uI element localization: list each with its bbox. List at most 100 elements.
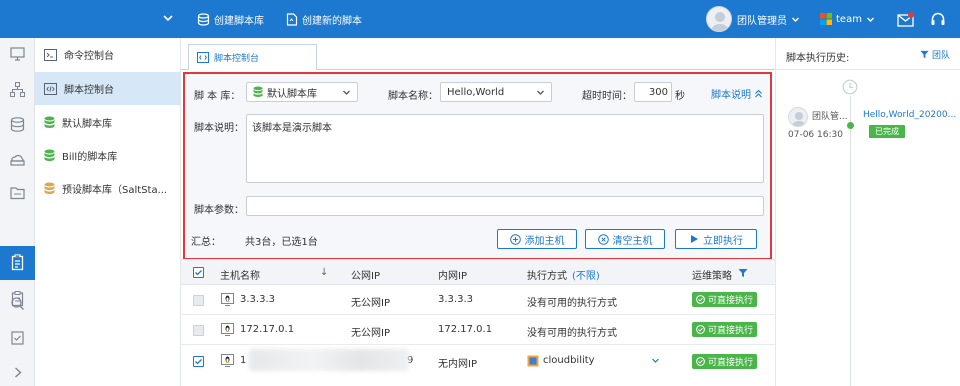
table-row[interactable]: 172.17.0.1 无公网IP 172.17.0.1 没有可用的执行方式 可直… <box>181 315 775 345</box>
user-menu[interactable]: 团队管理员 <box>737 0 800 38</box>
create-lib-button[interactable]: 创建脚本库 <box>197 0 264 38</box>
database-icon <box>197 12 210 26</box>
check-circle-icon <box>696 295 705 304</box>
sort-icon[interactable]: ↓ <box>320 267 328 278</box>
history-time: 07-06 16:30 <box>788 130 843 140</box>
policy-badge: 可直接执行 <box>692 322 758 337</box>
database-icon <box>253 86 263 98</box>
private-ip: 172.17.0.1 <box>438 324 493 335</box>
sidebar-item-label: 默认脚本库 <box>62 119 112 130</box>
run-now-button[interactable]: 立即执行 <box>675 229 757 249</box>
script-name-select[interactable]: Hello,World <box>440 82 552 102</box>
policy-label: 可直接执行 <box>708 326 754 336</box>
policy-label: 可直接执行 <box>708 358 754 368</box>
script-doc-icon[interactable] <box>9 254 26 271</box>
mail-icon[interactable] <box>897 0 915 38</box>
sidebar-item-command-console[interactable]: 命令控制台 <box>35 38 181 71</box>
chevron-down-icon <box>342 88 351 97</box>
chevron-down-icon <box>866 15 875 24</box>
sidebar-item-script-console[interactable]: 脚本控制台 <box>35 72 181 105</box>
col-host[interactable]: 主机名称 <box>220 267 260 282</box>
team-menu[interactable]: team <box>820 0 875 38</box>
create-script-button[interactable]: 创建新的脚本 <box>286 0 362 38</box>
desc-value: 该脚本是演示脚本 <box>252 123 332 134</box>
sidebar-item-label: 脚本控制台 <box>64 85 114 96</box>
timeout-input[interactable]: 300 <box>634 82 672 102</box>
history-panel: 脚本执行历史: 团队 团队管... 07-06 16:30 Hello,Worl… <box>775 38 960 386</box>
timeline-line <box>850 96 851 386</box>
desc-toggle-link[interactable]: 脚本说明 <box>711 86 763 101</box>
avatar <box>788 107 808 127</box>
desc-toggle-label: 脚本说明 <box>711 90 751 101</box>
chevron-down-icon[interactable] <box>161 11 175 25</box>
history-filter[interactable]: 团队 <box>920 48 950 61</box>
table-row[interactable]: 3.3.3.3 无公网IP 3.3.3.3 没有可用的执行方式 可直接执行 <box>181 285 775 315</box>
database-icon[interactable] <box>9 116 26 133</box>
monitor-icon[interactable] <box>9 45 26 62</box>
sidebar-item-bill-lib[interactable]: Bill的脚本库 <box>35 139 181 172</box>
sidebar-item-preset-lib[interactable]: 预设脚本库（SaltSta... <box>35 172 181 205</box>
history-script-link[interactable]: Hello,World_20200... <box>863 110 956 120</box>
left-icon-nav <box>0 38 35 386</box>
linux-host-icon <box>221 293 234 306</box>
linux-host-icon <box>221 323 234 336</box>
chevron-down-icon[interactable] <box>651 356 660 365</box>
folder-icon[interactable] <box>9 184 26 201</box>
filter-icon <box>920 50 929 59</box>
sidebar-item-label: Bill的脚本库 <box>62 152 118 163</box>
checklist-icon[interactable] <box>9 329 26 346</box>
new-file-icon <box>286 12 298 26</box>
host-name: 3.3.3.3 <box>240 294 275 305</box>
top-bar: 创建脚本库 创建新的脚本 团队管理员 team <box>0 0 960 38</box>
cloud-server-icon[interactable] <box>9 151 26 168</box>
param-input[interactable] <box>246 196 764 216</box>
col-method: 执行方式 <box>527 271 567 282</box>
tab-script-console[interactable]: 脚本控制台 <box>188 44 317 70</box>
param-label: 脚本参数： <box>194 205 244 216</box>
database-icon <box>44 149 55 162</box>
chevron-right-icon[interactable] <box>9 364 26 381</box>
code-icon <box>44 82 57 95</box>
team-logo-icon <box>820 13 832 25</box>
sidebar-item-default-lib[interactable]: 默认脚本库 <box>35 106 181 139</box>
cloud-agent-icon <box>527 355 539 367</box>
filter-icon[interactable] <box>738 268 748 278</box>
col-private-ip: 内网IP <box>438 271 467 282</box>
private-ip: 3.3.3.3 <box>438 294 473 305</box>
col-policy: 运维策略 <box>692 271 732 282</box>
redacted-hostname-blur <box>249 349 409 371</box>
tab-label: 脚本控制台 <box>214 54 260 64</box>
add-host-button[interactable]: 添加主机 <box>497 229 577 249</box>
exec-method: 没有可用的执行方式 <box>527 298 617 309</box>
summary-text: 共3台，已选1台 <box>245 237 318 248</box>
history-title: 脚本执行历史: <box>786 53 850 64</box>
policy-badge: 可直接执行 <box>692 292 758 307</box>
clear-hosts-label: 清空主机 <box>612 235 653 247</box>
linux-host-icon <box>221 354 234 367</box>
select-all-checkbox[interactable] <box>193 267 204 278</box>
method-filter[interactable]: (不限) <box>572 267 600 282</box>
row-checkbox[interactable] <box>193 356 204 367</box>
search-icon[interactable] <box>9 295 26 312</box>
row-checkbox <box>193 325 204 336</box>
lib-select[interactable]: 默认脚本库 <box>246 82 358 102</box>
public-ip: 无公网IP <box>351 328 390 339</box>
exec-method: cloudbility <box>543 355 595 366</box>
avatar[interactable] <box>706 6 732 32</box>
user-name: 团队管理员 <box>737 15 787 27</box>
clear-hosts-button[interactable]: 清空主机 <box>585 229 665 249</box>
lib-select-value: 默认脚本库 <box>267 88 317 100</box>
row-checkbox <box>193 295 204 306</box>
timeout-value: 300 <box>648 86 668 98</box>
headset-icon[interactable] <box>930 0 946 38</box>
network-icon[interactable] <box>9 81 26 98</box>
main-panel: 脚本控制台 脚 本 库： 默认脚本库 脚本名称： Hello,World 超时时… <box>181 38 775 386</box>
col-public-ip: 公网IP <box>351 271 380 282</box>
host-name: 172.17.0.1 <box>240 324 295 335</box>
check-circle-icon <box>696 357 705 366</box>
database-icon <box>44 182 55 195</box>
terminal-icon <box>44 48 57 61</box>
code-icon <box>197 52 209 63</box>
desc-textarea[interactable]: 该脚本是演示脚本 <box>246 114 764 183</box>
create-script-label: 创建新的脚本 <box>302 15 362 27</box>
